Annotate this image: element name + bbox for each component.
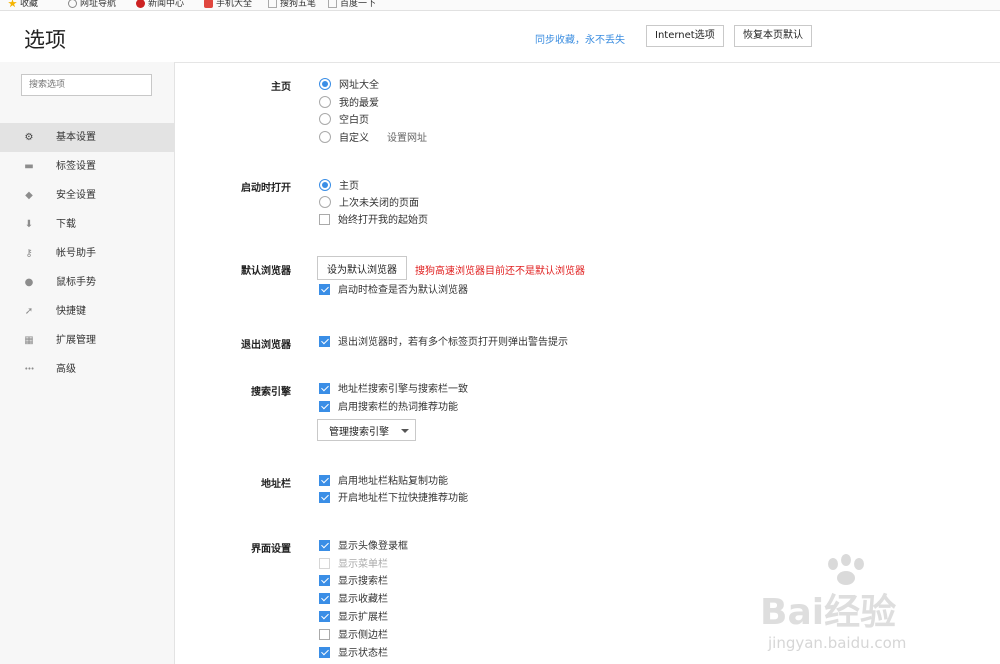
search-hotwords-checkbox[interactable]: 启用搜索栏的热词推荐功能 <box>319 401 458 415</box>
bookmark-item[interactable]: 搜狗五笔 <box>268 0 316 9</box>
bookmark-item[interactable]: 新闻中心 <box>136 0 184 9</box>
sync-bookmarks-link[interactable]: 同步收藏，永不丢失 <box>535 31 625 46</box>
sidebar-item-account[interactable]: ⚷ 帐号助手 <box>0 239 174 268</box>
restore-defaults-button[interactable]: 恢复本页默认 <box>734 25 812 47</box>
startup-section-label: 启动时打开 <box>241 183 291 194</box>
homepage-option-nav[interactable]: 网址大全 <box>319 78 379 92</box>
checkbox[interactable] <box>319 383 330 394</box>
more-icon: ••• <box>24 365 34 373</box>
checkbox[interactable] <box>319 214 330 225</box>
page-icon <box>268 0 277 8</box>
bookmark-item[interactable]: 百度一下 <box>328 0 376 9</box>
phone-icon <box>204 0 213 8</box>
bookmark-item[interactable]: 网址导航 <box>68 0 116 9</box>
shortcut-icon: ➚ <box>24 306 34 317</box>
radio-button[interactable] <box>319 196 331 208</box>
sidebar-item-tabs[interactable]: ▬ 标签设置 <box>0 152 174 181</box>
search-engine-section-label: 搜索引擎 <box>251 387 291 398</box>
address-bar-paste-checkbox[interactable]: 启用地址栏粘贴复制功能 <box>319 475 448 489</box>
manage-search-engines-dropdown[interactable]: 管理搜索引擎 <box>317 419 416 441</box>
set-default-browser-button[interactable]: 设为默认浏览器 <box>317 256 407 280</box>
show-search-bar-checkbox[interactable]: 显示搜索栏 <box>319 575 388 589</box>
homepage-section-label: 主页 <box>271 82 291 93</box>
show-menu-bar-checkbox: 显示菜单栏 <box>319 558 388 572</box>
bookmark-item[interactable]: 收藏 <box>8 0 38 9</box>
checkbox[interactable] <box>319 492 330 503</box>
exit-browser-section-label: 退出浏览器 <box>241 340 291 351</box>
radio-button[interactable] <box>319 113 331 125</box>
shield-icon: ◆ <box>25 190 33 201</box>
sidebar-item-security[interactable]: ◆ 安全设置 <box>0 181 174 210</box>
warn-multiple-tabs-checkbox[interactable]: 退出浏览器时，若有多个标签页打开则弹出警告提示 <box>319 336 568 350</box>
chevron-down-icon <box>401 428 409 433</box>
startup-option-homepage[interactable]: 主页 <box>319 179 359 193</box>
extensions-icon: ▦ <box>24 335 34 346</box>
set-url-link[interactable]: 设置网址 <box>387 133 427 144</box>
sidebar-item-mouse-gestures[interactable]: ● 鼠标手势 <box>0 268 174 297</box>
checkbox[interactable] <box>319 336 330 347</box>
homepage-option-blank[interactable]: 空白页 <box>319 113 369 127</box>
checkbox[interactable] <box>319 611 330 622</box>
address-bar-dropdown-checkbox[interactable]: 开启地址栏下拉快捷推荐功能 <box>319 492 468 506</box>
sidebar-item-download[interactable]: ⬇ 下载 <box>0 210 174 239</box>
checkbox[interactable] <box>319 401 330 412</box>
checkbox <box>319 558 330 569</box>
homepage-option-custom[interactable]: 自定义 设置网址 <box>319 131 427 145</box>
checkbox[interactable] <box>319 540 330 551</box>
page-icon <box>328 0 337 8</box>
homepage-option-favorites[interactable]: 我的最爱 <box>319 96 379 110</box>
checkbox[interactable] <box>319 629 330 640</box>
show-avatar-login-checkbox[interactable]: 显示头像登录框 <box>319 540 408 554</box>
sidebar-item-basic[interactable]: ⚙ 基本设置 <box>0 123 174 152</box>
news-icon <box>136 0 145 8</box>
page-title: 选项 <box>24 28 66 52</box>
address-bar-section-label: 地址栏 <box>261 479 291 490</box>
radio-button[interactable] <box>319 131 331 143</box>
show-favorites-bar-checkbox[interactable]: 显示收藏栏 <box>319 593 388 607</box>
sidebar: ⚙基本设置 ▬标签设置 ◆安全设置 ⬇下载 ⚷帐号助手 ●鼠标手势 ➚快捷键 ▦… <box>0 62 175 664</box>
checkbox[interactable] <box>319 284 330 295</box>
options-header: 选项 同步收藏，永不丢失 Internet选项 恢复本页默认 <box>0 11 1000 63</box>
show-sidebar-checkbox[interactable]: 显示侧边栏 <box>319 629 388 643</box>
mouse-icon: ● <box>24 277 34 288</box>
key-icon: ⚷ <box>25 248 33 259</box>
checkbox[interactable] <box>319 647 330 658</box>
bookmark-item[interactable]: 手机大全 <box>204 0 252 9</box>
globe-icon <box>68 0 77 8</box>
show-extension-bar-checkbox[interactable]: 显示扩展栏 <box>319 611 388 625</box>
gear-icon: ⚙ <box>24 132 34 143</box>
interface-section-label: 界面设置 <box>251 544 291 555</box>
star-icon <box>8 0 17 8</box>
radio-button[interactable] <box>319 78 331 90</box>
radio-button[interactable] <box>319 179 331 191</box>
default-browser-section-label: 默认浏览器 <box>241 266 291 277</box>
checkbox[interactable] <box>319 593 330 604</box>
check-default-on-start-checkbox[interactable]: 启动时检查是否为默认浏览器 <box>319 284 468 298</box>
checkbox[interactable] <box>319 475 330 486</box>
radio-button[interactable] <box>319 96 331 108</box>
search-options-input[interactable] <box>21 74 152 96</box>
always-open-start-page-checkbox[interactable]: 始终打开我的起始页 <box>319 214 428 228</box>
settings-content: 主页 网址大全 我的最爱 空白页 自定义 设置网址 启动时打开 主页 上次未关闭的… <box>175 62 1000 664</box>
sidebar-item-advanced[interactable]: ••• 高级 <box>0 355 174 384</box>
tab-icon: ▬ <box>24 161 34 172</box>
sidebar-nav: ⚙ 基本设置 ▬ 标签设置 ◆ 安全设置 ⬇ 下载 ⚷ 帐号助手 ● 鼠标手势 ➚ 快捷键 ▦… <box>0 123 174 384</box>
show-status-bar-checkbox[interactable]: 显示状态栏 <box>319 647 388 661</box>
sync-search-engine-checkbox[interactable]: 地址栏搜索引擎与搜索栏一致 <box>319 383 468 397</box>
default-browser-warning: 搜狗高速浏览器目前还不是默认浏览器 <box>415 266 585 277</box>
bookmark-bar: 收藏 网址导航 新闻中心 手机大全 搜狗五笔 百度一下 <box>0 0 1000 11</box>
internet-options-button[interactable]: Internet选项 <box>646 25 724 47</box>
download-icon: ⬇ <box>24 219 34 230</box>
sidebar-item-extensions[interactable]: ▦ 扩展管理 <box>0 326 174 355</box>
sidebar-item-shortcuts[interactable]: ➚ 快捷键 <box>0 297 174 326</box>
checkbox[interactable] <box>319 575 330 586</box>
startup-option-last-session[interactable]: 上次未关闭的页面 <box>319 196 419 210</box>
